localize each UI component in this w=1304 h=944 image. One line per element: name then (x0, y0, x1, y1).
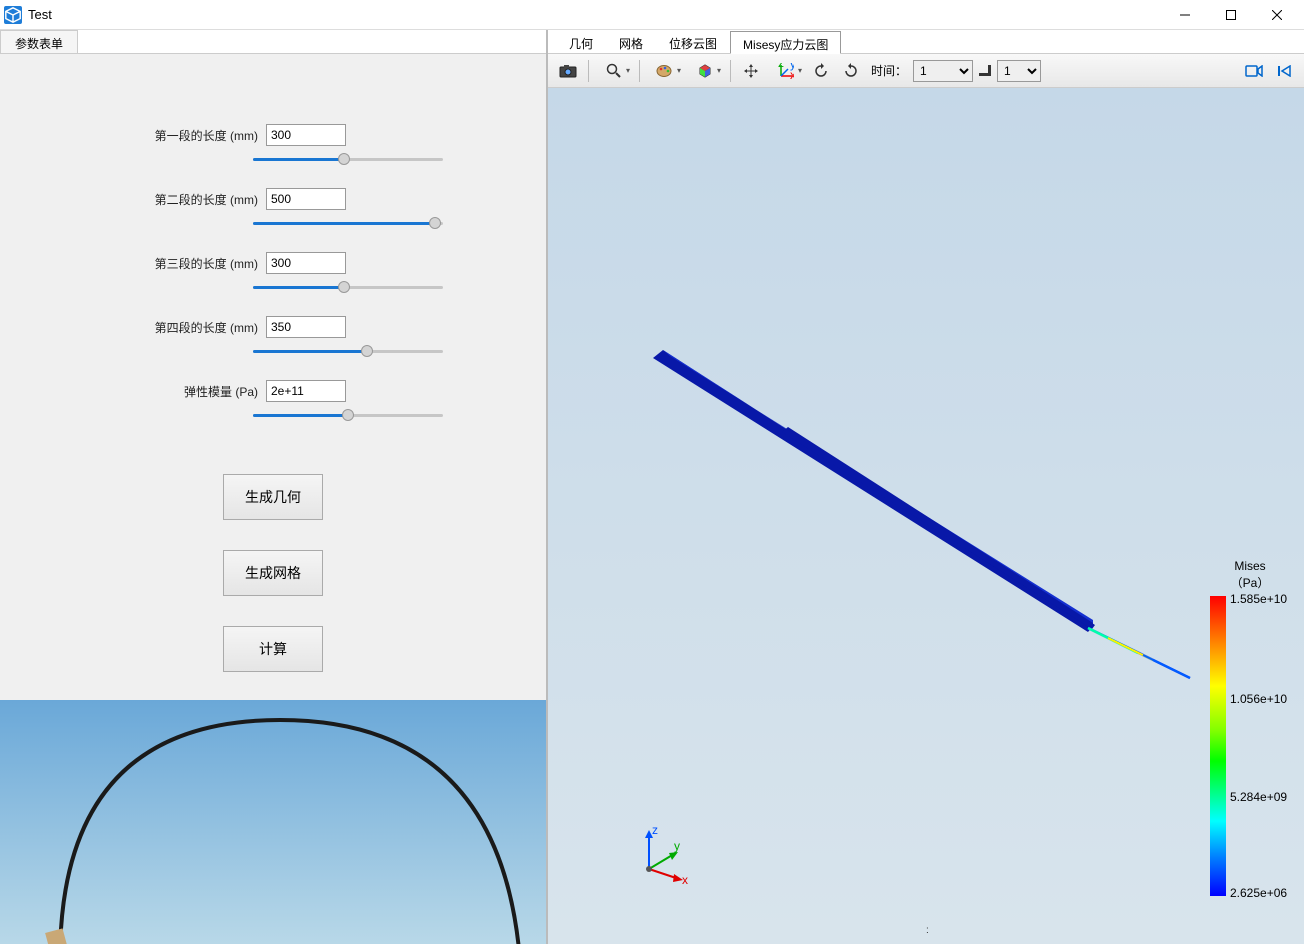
param-slider-1[interactable] (253, 150, 443, 168)
app-icon (4, 6, 22, 24)
close-button[interactable] (1254, 0, 1300, 30)
z-axis-label: z (652, 824, 658, 837)
param-label: 第四段的长度 (mm) (155, 319, 258, 336)
param-slider-2[interactable] (253, 214, 443, 232)
pan-icon[interactable] (737, 58, 765, 84)
param-slider-3[interactable] (253, 278, 443, 296)
param-input-1[interactable] (266, 124, 346, 146)
step-end-icon[interactable] (975, 58, 995, 84)
tab-mesh[interactable]: 网格 (606, 30, 656, 53)
legend-gradient (1210, 596, 1226, 896)
left-panel: 参数表单 第一段的长度 (mm) 第二段的长度 (mm) 第三段的长度 (mm)… (0, 30, 548, 944)
rotate-ccw-icon[interactable] (837, 58, 865, 84)
maximize-button[interactable] (1208, 0, 1254, 30)
y-axis-label: y (674, 839, 680, 853)
legend-tick: 2.625e+06 (1230, 886, 1287, 900)
legend-unit: （Pa） (1231, 576, 1270, 590)
camera-icon[interactable] (554, 58, 582, 84)
legend-title: Mises (1234, 559, 1265, 573)
right-panel: 几何 网格 位移云图 Misesy应力云图 zyx 时间： 1 1 (548, 30, 1304, 944)
cube-icon[interactable] (686, 58, 724, 84)
zoom-icon[interactable] (595, 58, 633, 84)
legend-tick: 1.056e+10 (1230, 692, 1287, 706)
param-input-2[interactable] (266, 188, 346, 210)
param-label: 弹性模量 (Pa) (184, 383, 258, 400)
param-input-5[interactable] (266, 380, 346, 402)
palette-icon[interactable] (646, 58, 684, 84)
axes-icon[interactable]: zyx (767, 58, 805, 84)
minimize-button[interactable] (1162, 0, 1208, 30)
param-form: 第一段的长度 (mm) 第二段的长度 (mm) 第三段的长度 (mm) 第四段的… (0, 54, 546, 672)
time-label: 时间： (871, 62, 907, 79)
param-label: 第三段的长度 (mm) (155, 255, 258, 272)
color-legend: Mises （Pa） 1.585e+10 1.056e+10 5.284e+09… (1210, 558, 1290, 896)
skip-back-icon[interactable] (1270, 58, 1298, 84)
title-bar: Test (0, 0, 1304, 30)
x-axis-label: x (682, 873, 688, 884)
param-input-3[interactable] (266, 252, 346, 274)
tab-params[interactable]: 参数表单 (0, 30, 78, 53)
preview-image (0, 700, 546, 944)
generate-mesh-button[interactable]: 生成网格 (223, 550, 323, 596)
time-select[interactable]: 1 (913, 60, 973, 82)
window-title: Test (28, 7, 1162, 22)
3d-viewport[interactable]: z y x Mises （Pa） 1.585e+10 1.056e+10 5.2… (548, 88, 1304, 944)
axis-triad: z y x (634, 824, 694, 884)
param-slider-4[interactable] (253, 342, 443, 360)
video-icon[interactable] (1240, 58, 1268, 84)
param-label: 第一段的长度 (mm) (155, 127, 258, 144)
svg-text:z: z (778, 63, 784, 70)
step-select[interactable]: 1 (997, 60, 1041, 82)
legend-tick: 1.585e+10 (1230, 592, 1287, 606)
svg-text:x: x (790, 68, 794, 79)
status-indicator: : (926, 925, 929, 936)
rotate-cw-icon[interactable] (807, 58, 835, 84)
viewport-toolbar: zyx 时间： 1 1 (548, 54, 1304, 88)
param-input-4[interactable] (266, 316, 346, 338)
param-label: 第二段的长度 (mm) (155, 191, 258, 208)
calculate-button[interactable]: 计算 (223, 626, 323, 672)
tab-displacement[interactable]: 位移云图 (656, 30, 730, 53)
legend-tick: 5.284e+09 (1230, 790, 1287, 804)
generate-geometry-button[interactable]: 生成几何 (223, 474, 323, 520)
tab-geometry[interactable]: 几何 (556, 30, 606, 53)
tab-mises[interactable]: Misesy应力云图 (730, 31, 841, 54)
param-slider-5[interactable] (253, 406, 443, 424)
